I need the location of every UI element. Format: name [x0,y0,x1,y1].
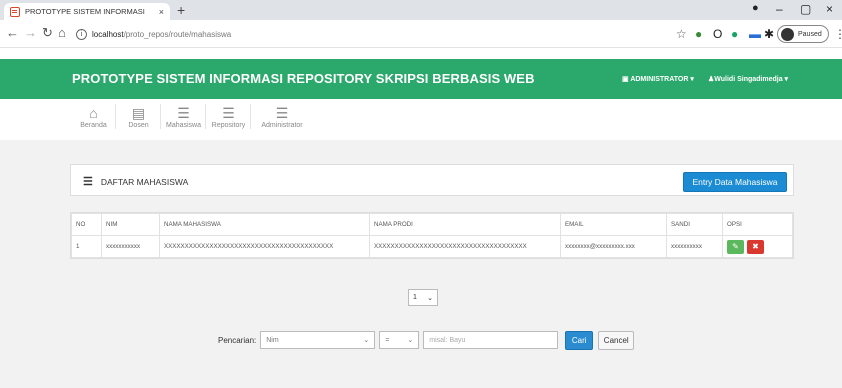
nav-label: Administrator [261,122,303,129]
opera-icon[interactable]: O [713,27,722,41]
chevron-down-icon: ⌄ [407,337,414,344]
col-nama-mahasiswa: NAMA MAHASISWA [159,213,370,236]
list-icon: ☰ [275,105,289,121]
col-no: NO [71,213,102,236]
nav-label: Dosen [128,122,149,129]
panel-title: ☰ DAFTAR MAHASISWA [83,175,188,188]
home-icon: ⌂ [89,105,98,121]
entry-data-button[interactable]: Entry Data Mahasiswa [683,172,787,192]
user-menu-label: Wulidi Singadimedja [714,76,783,83]
search-label: Pencarian: [218,335,257,345]
reload-icon[interactable]: ↻ [42,25,53,41]
profile-dot-icon[interactable]: ● [752,2,759,14]
info-icon[interactable]: i [76,28,87,40]
favicon-icon [10,6,20,17]
maximize-button[interactable]: ▢ [800,2,811,16]
chevron-down-icon: ⌄ [427,294,433,302]
user-menu[interactable]: ♟Wulidi Singadimedja ▾ [708,75,788,83]
cell-email: xxxxxxxx@xxxxxxxxx.xxx [560,235,667,258]
forward-icon[interactable]: → [24,25,37,40]
page-value: 1 [413,294,417,301]
url-path: /proto_repos/route/mahasiswa [123,29,232,39]
paused-label: Paused [798,30,822,38]
col-opsi: OPSI [722,213,793,236]
list-icon: ☰ [222,105,235,121]
cell-nim: xxxxxxxxxxx [101,235,160,258]
browser-tab[interactable]: PROTOTYPE SISTEM INFORMASI × [4,3,170,20]
search-field-select[interactable]: Nim ⌄ [260,331,376,349]
table-header-row: NO NIM NAMA MAHASISWA NAMA PRODI EMAIL S… [71,213,793,236]
url-host: localhost [92,29,124,39]
back-icon[interactable]: ← [6,25,19,40]
col-sandi: SANDI [666,213,723,236]
list-icon: ▤ [131,105,146,121]
delete-button[interactable]: ✖ [747,239,764,254]
profile-paused-button[interactable]: Paused [777,25,829,43]
browser-tab-bar: PROTOTYPE SISTEM INFORMASI × + ● – ▢ × [0,0,842,20]
nav-item-mahasiswa[interactable]: ☰ Mahasiswa [162,104,206,129]
cell-nama-prodi: XXXXXXXXXXXXXXXXXXXXXXXXXXXXXXXXXXXXX [369,235,561,258]
new-tab-button[interactable]: + [177,2,185,18]
search-placeholder: misal: Bayu [429,336,466,344]
nav-label: Repository [211,122,246,129]
panel-header: ☰ DAFTAR MAHASISWA Entry Data Mahasiswa [70,164,794,196]
extension-icon[interactable]: ▬ [749,27,761,41]
role-menu[interactable]: ▣ ADMINISTRATOR ▾ [622,75,694,83]
grammarly-icon[interactable]: ● [731,27,738,41]
app-header: PROTOTYPE SISTEM INFORMASI REPOSITORY SK… [0,59,842,99]
browser-toolbar: ← → ↻ ⌂ i localhost /proto_repos/route/m… [0,20,842,48]
star-icon[interactable]: ☆ [676,27,687,41]
main-nav: ⌂ Beranda ▤ Dosen ☰ Mahasiswa ☰ Reposito… [72,104,313,129]
address-bar[interactable]: i localhost /proto_repos/route/mahasiswa [76,24,676,44]
cell-sandi: xxxxxxxxxx [666,235,723,258]
cell-nama-mahasiswa: XXXXXXXXXXXXXXXXXXXXXXXXXXXXXXXXXXXXXXXX… [159,235,370,258]
puzzle-icon[interactable]: ✱ [764,27,774,41]
edit-icon: ✎ [732,242,739,251]
home-browser-icon[interactable]: ⌂ [58,25,66,40]
operator-select[interactable]: = ⌄ [379,331,420,349]
cancel-button[interactable]: Cancel [598,330,635,350]
table-row: 1 xxxxxxxxxxx XXXXXXXXXXXXXXXXXXXXXXXXXX… [71,235,793,258]
delete-icon: ✖ [752,242,759,251]
close-window-button[interactable]: × [826,2,833,16]
search-field-value: Nim [266,336,279,344]
panel-title-text: DAFTAR MAHASISWA [100,176,189,187]
avatar [781,27,794,41]
page-select[interactable]: 1 ⌄ [408,289,438,306]
col-email: EMAIL [560,213,667,236]
operator-value: = [385,336,390,344]
search-input[interactable]: misal: Bayu [423,331,559,349]
cari-button[interactable]: Cari [565,330,594,350]
list-icon: ☰ [83,176,93,188]
tab-close-icon[interactable]: × [159,7,164,17]
nav-label: Beranda [80,122,107,129]
nav-label: Mahasiswa [165,122,201,129]
search-bar: Pencarian: Nim ⌄ = ⌄ misal: Bayu Cari Ca… [218,330,635,350]
tab-title: PROTOTYPE SISTEM INFORMASI [25,7,145,16]
nav-item-beranda[interactable]: ⌂ Beranda [72,104,116,129]
extension-icon[interactable]: ● [695,27,702,41]
cell-no: 1 [71,235,102,258]
cell-opsi: ✎ ✖ [722,235,793,258]
chevron-down-icon: ⌄ [363,337,370,344]
col-nama-prodi: NAMA PRODI [369,213,561,236]
nav-item-administrator[interactable]: ☰ Administrator [252,104,312,129]
col-nim: NIM [101,213,160,236]
app-title: PROTOTYPE SISTEM INFORMASI REPOSITORY SK… [72,71,535,86]
list-icon: ☰ [177,105,190,121]
nav-item-dosen[interactable]: ▤ Dosen [117,104,161,129]
role-menu-label: ADMINISTRATOR [630,76,689,83]
minimize-button[interactable]: – [776,2,783,16]
student-table: NO NIM NAMA MAHASISWA NAMA PRODI EMAIL S… [70,212,794,259]
nav-item-repository[interactable]: ☰ Repository [207,104,251,129]
menu-icon[interactable]: ⋮ [834,27,842,41]
edit-button[interactable]: ✎ [727,239,744,254]
